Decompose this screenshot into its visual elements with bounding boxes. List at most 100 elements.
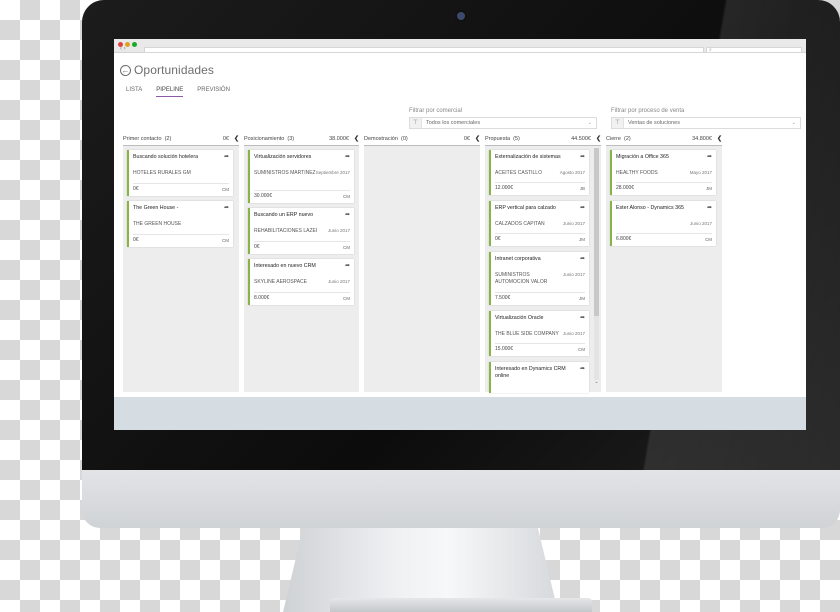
divider	[254, 292, 350, 293]
column-name: Propuesta	[485, 135, 511, 142]
column-total: 0€	[222, 135, 229, 142]
column-body: Externalización de sistemas ➦ ACEITES CA…	[485, 145, 601, 393]
card-amount: 8.000€	[254, 295, 270, 301]
maximize-window-button[interactable]	[132, 42, 137, 47]
opportunity-card[interactable]: Migración a Office 365 ➦ HEALTHY FOODS M…	[610, 150, 716, 195]
column-header: Posicionamiento (3) 38.000€ ❮	[244, 134, 359, 143]
column-name: Cierre	[606, 135, 621, 142]
share-icon[interactable]: ➦	[580, 204, 585, 211]
card-date: Junio 2017	[562, 221, 585, 226]
collapse-column-icon[interactable]: ❮	[717, 135, 722, 142]
app-footer-bar	[114, 397, 806, 430]
collapse-column-icon[interactable]: ❮	[234, 135, 239, 142]
opportunity-card[interactable]: Virtualización servidores ➦ SUMINISTROS …	[248, 150, 354, 203]
card-date: Junio 2017	[327, 228, 350, 233]
opportunity-card[interactable]: Externalización de sistemas ➦ ACEITES CA…	[489, 150, 589, 195]
share-icon[interactable]: ➦	[580, 314, 585, 321]
card-title: Virtualización servidores	[254, 154, 312, 160]
filter-commercial-value: Todos los comerciales	[426, 120, 481, 126]
browser-nav-arrows-icon[interactable]: ‹ ›	[120, 46, 126, 52]
collapse-column-icon[interactable]: ❮	[354, 135, 359, 142]
share-icon[interactable]: ➦	[224, 204, 229, 211]
share-icon[interactable]: ➦	[707, 204, 712, 211]
card-owner: CM	[343, 296, 350, 301]
tab-pipeline[interactable]: PIPELINE	[156, 87, 184, 97]
share-icon[interactable]: ➦	[707, 153, 712, 160]
share-icon[interactable]: ➦	[580, 255, 585, 262]
share-icon[interactable]: ➦	[345, 262, 350, 269]
opportunity-card[interactable]: Interesado en Dynamics CRM online ➦	[489, 362, 589, 393]
page-header: ← Oportunidades	[120, 63, 214, 77]
card-date: Mayo 2017	[689, 170, 712, 175]
divider	[133, 234, 229, 235]
column-name: Primer contacto	[123, 135, 162, 142]
divider	[254, 241, 350, 242]
card-owner: JM	[706, 186, 712, 191]
card-amount: 12.000€	[495, 185, 514, 191]
opportunity-card[interactable]: Virtualización Oracle ➦ THE BLUE SIDE CO…	[489, 311, 589, 356]
minimize-window-button[interactable]	[125, 42, 130, 47]
chevron-down-icon: ⌄	[587, 120, 592, 126]
opportunity-card[interactable]: Interesado en nuevo CRM ➦ SKYLINE AEROSP…	[248, 259, 354, 305]
tab-prevision[interactable]: PREVISIÓN	[197, 87, 230, 97]
column-demostracion: Demostración (0) 0€ ❮	[364, 134, 480, 392]
card-date: Junio 2017	[327, 279, 350, 284]
filter-process-label: Filtrar por proceso de venta	[611, 108, 685, 114]
opportunity-card[interactable]: Intranet corporativa ➦ SUMINISTROS AUTOM…	[489, 252, 589, 305]
card-owner: CM	[705, 237, 712, 242]
column-body: Virtualización servidores ➦ SUMINISTROS …	[244, 145, 359, 392]
search-icon: ⌕	[709, 47, 712, 53]
collapse-column-icon[interactable]: ❮	[475, 135, 480, 142]
card-owner: JM	[579, 237, 585, 242]
column-name: Posicionamiento	[244, 135, 285, 142]
filter-process-select[interactable]: ⊤ Ventas de soluciones ⌄	[611, 117, 801, 129]
card-amount: 7.500€	[495, 295, 511, 301]
url-bar[interactable]	[144, 47, 704, 53]
share-icon[interactable]: ➦	[580, 365, 585, 372]
card-company: CALZADOS CAPITAN	[495, 221, 545, 227]
card-title: ERP vertical para calzado	[495, 205, 556, 211]
card-amount: 0€	[495, 236, 501, 242]
card-title: Buscando solución hotelera	[133, 154, 199, 160]
card-title: Buscando un ERP nuevo	[254, 212, 314, 218]
divider	[495, 182, 585, 183]
column-header: Propuesta (5) 44.500€ ❮	[485, 134, 601, 143]
opportunity-card[interactable]: The Green House - ➦ THE GREEN HOUSE 0€ C…	[127, 201, 233, 247]
tab-lista[interactable]: LISTA	[126, 87, 142, 97]
column-posicionamiento: Posicionamiento (3) 38.000€ ❮ Virtualiza…	[244, 134, 359, 392]
card-owner: CM	[578, 347, 585, 352]
opportunity-card[interactable]: Buscando solución hotelera ➦ HOTELES RUR…	[127, 150, 233, 196]
column-count: (3)	[287, 135, 295, 142]
browser-search-input[interactable]: ⌕	[706, 47, 802, 53]
card-owner: CM	[222, 187, 229, 192]
opportunity-card[interactable]: Ester Alonso - Dynamics 365 ➦ Junio 2017…	[610, 201, 716, 246]
column-scrollbar[interactable]	[594, 148, 599, 380]
opportunity-card[interactable]: Buscando un ERP nuevo ➦ REHABILITACIONES…	[248, 208, 354, 254]
column-body: Migración a Office 365 ➦ HEALTHY FOODS M…	[606, 145, 722, 392]
screen: ‹ › ⌕ ← Oportunidades LISTA PIPELINE PRE…	[114, 39, 806, 430]
card-date: Junio 2017	[689, 221, 712, 226]
column-total: 44.500€	[571, 135, 591, 142]
scroll-thumb[interactable]	[594, 148, 599, 316]
share-icon[interactable]: ➦	[580, 153, 585, 160]
card-company: SUMINISTROS AUTOMOCION VALOR	[495, 272, 548, 285]
filter-icon: ⊤	[410, 118, 422, 128]
filter-commercial-select[interactable]: ⊤ Todos los comerciales ⌄	[409, 117, 597, 129]
divider	[254, 190, 350, 191]
column-cierre: Cierre (2) 34.800€ ❮ Migración a Office …	[606, 134, 722, 392]
scroll-down-icon[interactable]: ⌄	[594, 379, 599, 385]
card-company: HEALTHY FOODS	[616, 170, 658, 176]
column-header: Demostración (0) 0€ ❮	[364, 134, 480, 143]
back-arrow-icon[interactable]: ←	[120, 64, 131, 76]
share-icon[interactable]: ➦	[224, 153, 229, 160]
collapse-column-icon[interactable]: ❮	[596, 135, 601, 142]
card-company: ACEITES CASTILLO	[495, 170, 542, 176]
opportunity-card[interactable]: ERP vertical para calzado ➦ CALZADOS CAP…	[489, 201, 589, 246]
card-company: SKYLINE AEROSPACE	[254, 279, 307, 285]
share-icon[interactable]: ➦	[345, 211, 350, 218]
filter-icon: ⊤	[612, 118, 624, 128]
view-tabs: LISTA PIPELINE PREVISIÓN	[126, 87, 244, 97]
column-name: Demostración	[364, 135, 398, 142]
share-icon[interactable]: ➦	[345, 153, 350, 160]
webcam	[457, 12, 465, 20]
